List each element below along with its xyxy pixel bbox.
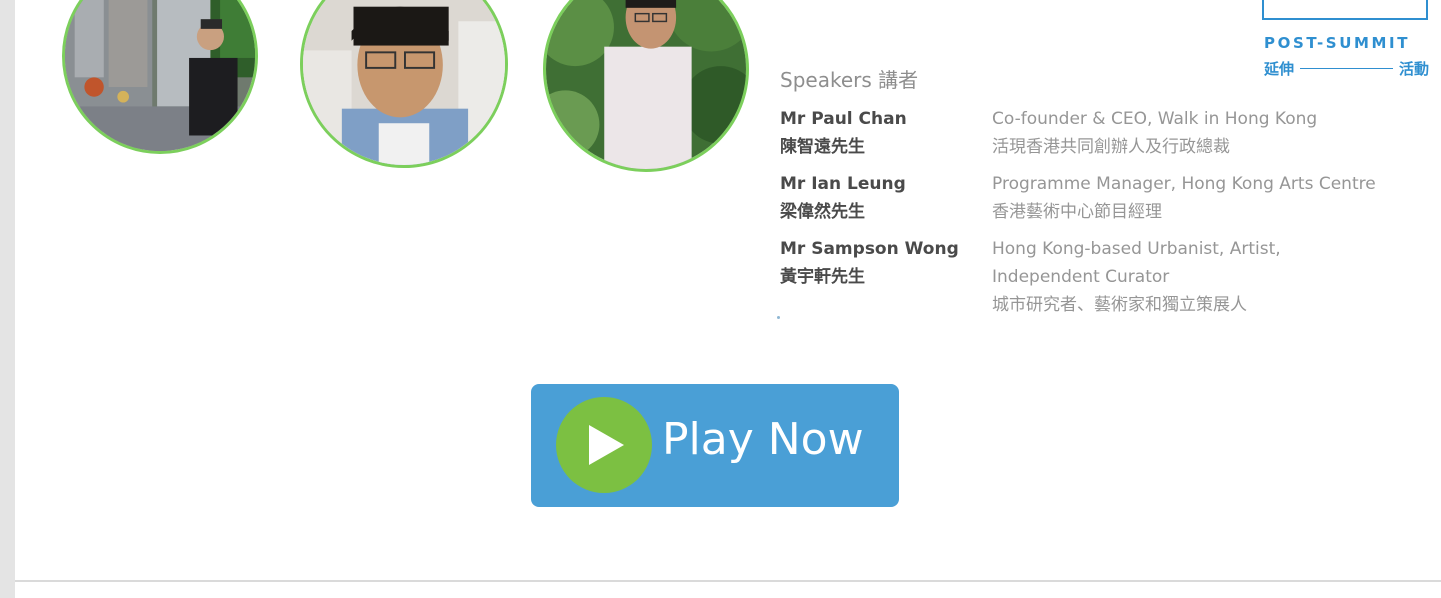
speaker-role: Hong Kong-based Urbanist, Artist, Indepe…	[992, 235, 1432, 319]
speaker-name: Mr Ian Leung 梁偉然先生	[780, 170, 985, 226]
speaker-name-en: Mr Paul Chan	[780, 109, 907, 129]
speakers-heading: Speakers 講者	[780, 68, 919, 92]
speaker-name-en: Mr Sampson Wong	[780, 239, 959, 259]
speaker-name-zh: 陳智遠先生	[780, 137, 865, 157]
post-summit-rule	[1300, 67, 1393, 70]
speaker-name: Mr Paul Chan 陳智遠先生	[780, 105, 985, 161]
post-summit-logo-frame	[1262, 0, 1428, 20]
speaker-name-zh: 梁偉然先生	[780, 202, 865, 222]
post-summit-subtitle-right: 活動	[1398, 60, 1429, 78]
play-now-label: Play Now	[662, 414, 864, 465]
next-card-edge	[15, 582, 1441, 598]
speaker-name-en: Mr Ian Leung	[780, 174, 906, 194]
speaker-role-line: 城市研究者、藝術家和獨立策展人	[992, 295, 1247, 315]
decorative-dot	[777, 316, 780, 319]
speaker-role-line: Co-founder & CEO, Walk in Hong Kong	[992, 109, 1318, 129]
post-summit-subtitle: 延伸 活動	[1264, 58, 1429, 79]
speaker-name: Mr Sampson Wong 黃宇軒先生	[780, 235, 985, 291]
speaker-role: Programme Manager, Hong Kong Arts Centre…	[992, 170, 1432, 226]
speaker-role: Co-founder & CEO, Walk in Hong Kong 活現香港…	[992, 105, 1432, 161]
play-now-button[interactable]: Play Now	[531, 384, 899, 507]
speaker-role-line: 香港藝術中心節目經理	[992, 202, 1162, 222]
post-summit-subtitle-left: 延伸	[1264, 60, 1295, 78]
speaker-role-line: 活現香港共同創辦人及行政總裁	[992, 137, 1230, 157]
post-summit-title: POST-SUMMIT	[1264, 34, 1411, 52]
speaker-name-zh: 黃宇軒先生	[780, 267, 865, 287]
speaker-role-line: Independent Curator	[992, 267, 1170, 287]
speaker-role-line: Hong Kong-based Urbanist, Artist,	[992, 239, 1281, 259]
speaker-role-line: Programme Manager, Hong Kong Arts Centre	[992, 174, 1376, 194]
play-icon	[556, 397, 652, 493]
